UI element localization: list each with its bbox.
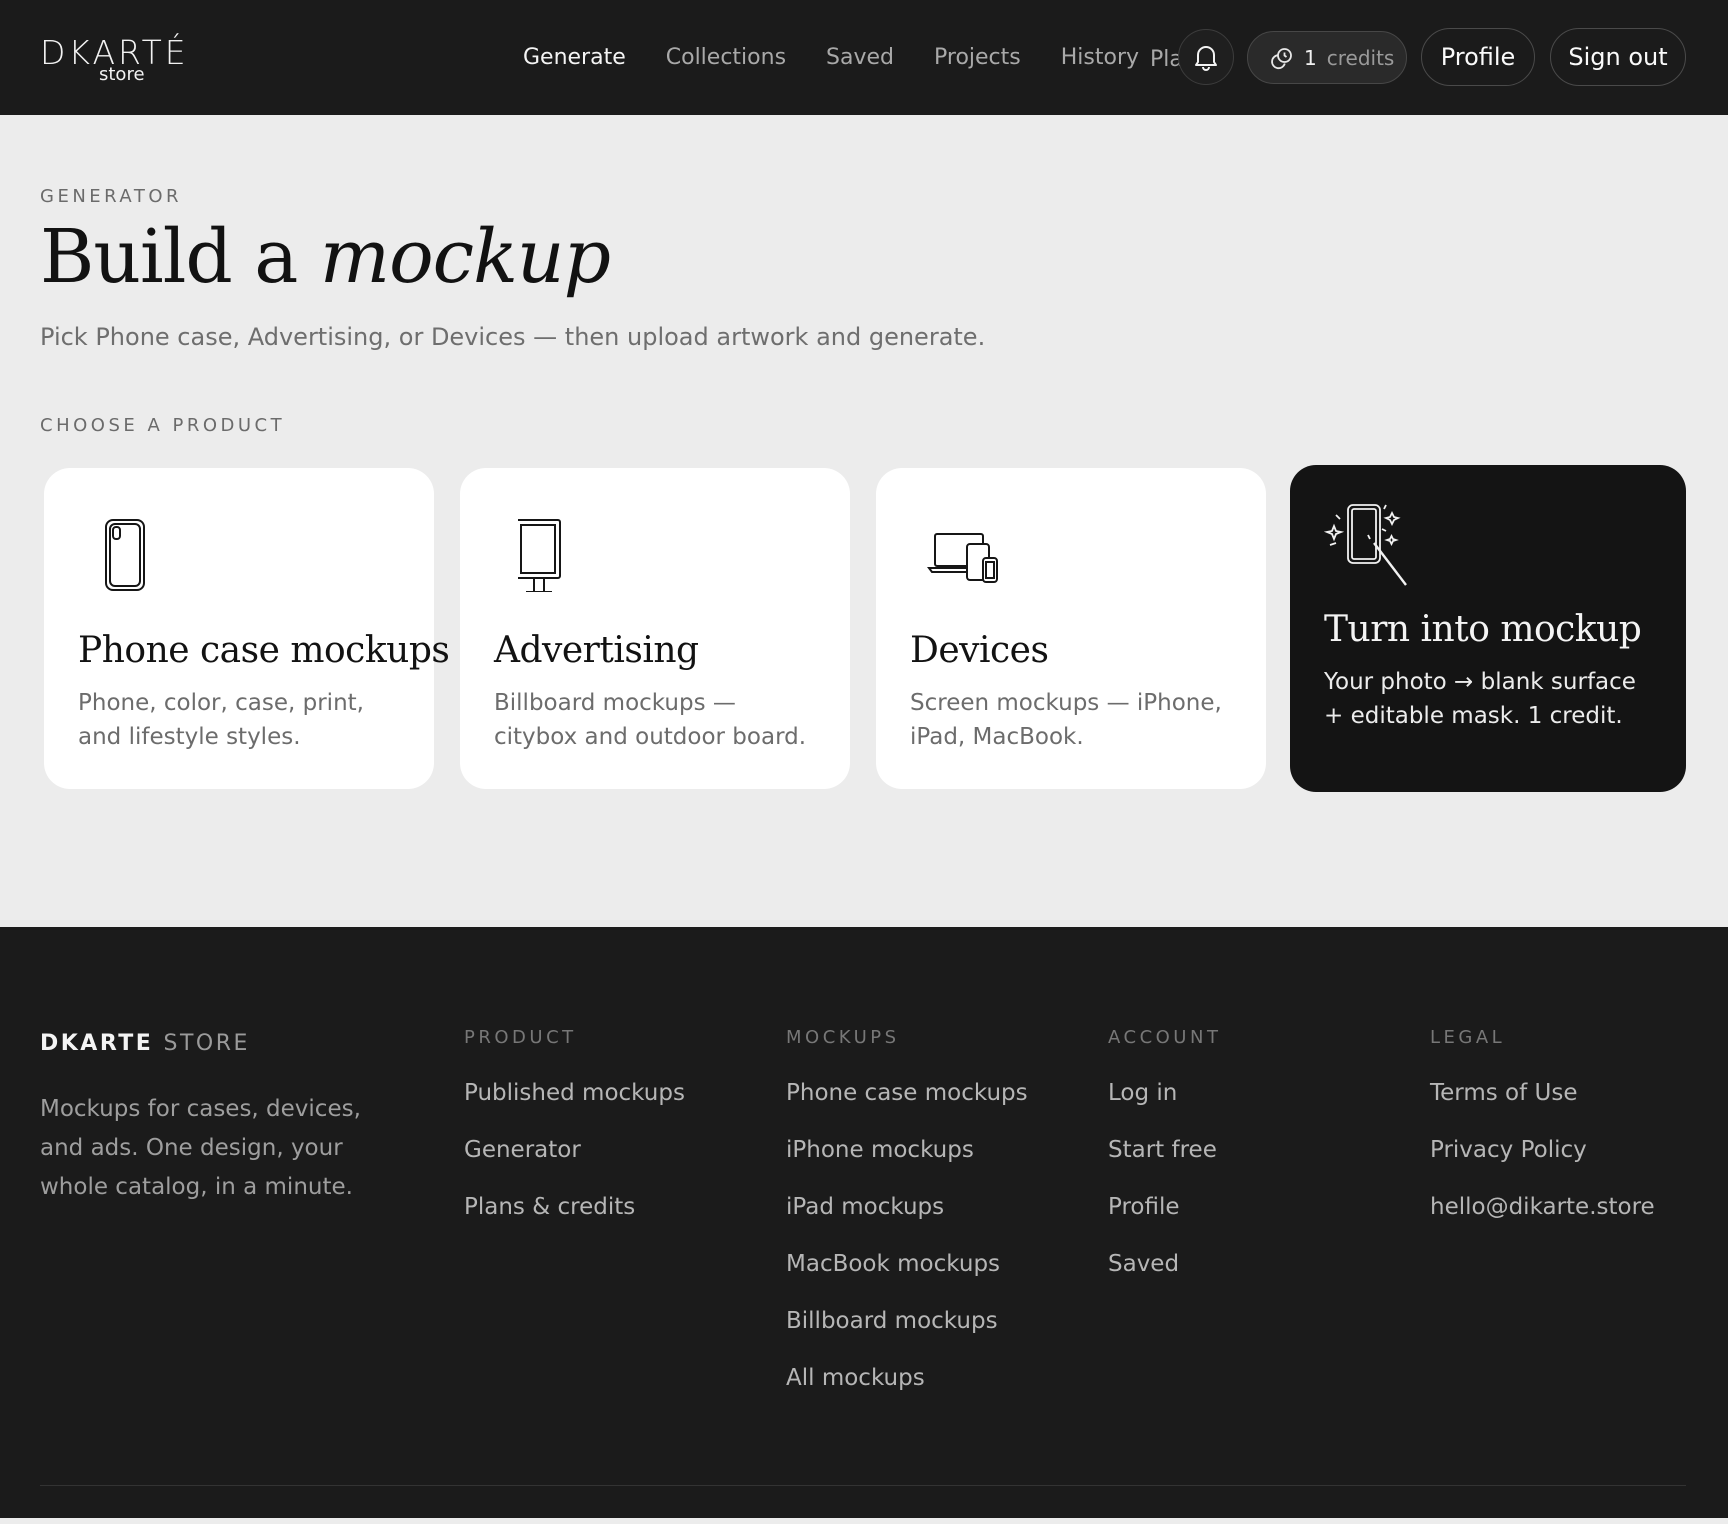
nav-item-projects[interactable]: Projects: [934, 46, 1021, 69]
brand-logo[interactable]: DKARTÉ store: [40, 28, 210, 88]
footer-column-heading: ACCOUNT: [1108, 1027, 1222, 1048]
nav-item-history[interactable]: History: [1061, 46, 1139, 69]
footer-brand-bold: DKARTE: [40, 1031, 154, 1056]
product-card-turn-into-mockup[interactable]: Turn into mockup Your photo → blank surf…: [1290, 465, 1686, 792]
footer-link-iphone-mockups[interactable]: iPhone mockups: [786, 1135, 1028, 1192]
footer-link-contact-email[interactable]: hello@dikarte.store: [1430, 1192, 1655, 1249]
nav-item-collections[interactable]: Collections: [666, 46, 786, 69]
footer-link-ipad-mockups[interactable]: iPad mockups: [786, 1192, 1028, 1249]
footer-link-macbook-mockups[interactable]: MacBook mockups: [786, 1249, 1028, 1306]
billboard-icon: [518, 519, 561, 592]
phone-case-icon: [105, 519, 145, 591]
product-card-title: Turn into mockup: [1324, 609, 1642, 650]
generator-eyebrow: GENERATOR: [40, 186, 183, 207]
product-card-title: Advertising: [494, 630, 699, 671]
credits-label: credits: [1326, 45, 1395, 70]
footer-column-legal: LEGAL Terms of Use Privacy Policy hello@…: [1430, 1027, 1655, 1249]
footer-column-account: ACCOUNT Log in Start free Profile Saved: [1108, 1027, 1221, 1306]
product-card-title: Phone case mockups: [78, 630, 450, 671]
footer-link-generator[interactable]: Generator: [464, 1135, 685, 1192]
footer-link-all-mockups[interactable]: All mockups: [786, 1363, 1028, 1420]
footer-brand: DKARTE STORE: [40, 1031, 250, 1056]
choose-product-eyebrow: CHOOSE A PRODUCT: [40, 415, 286, 436]
footer-link-published-mockups[interactable]: Published mockups: [464, 1078, 685, 1135]
footer-column-heading: LEGAL: [1430, 1027, 1506, 1048]
profile-button[interactable]: Profile: [1421, 28, 1535, 86]
credits-count: 1: [1304, 45, 1317, 70]
footer-column-mockups: MOCKUPS Phone case mockups iPhone mockup…: [786, 1027, 1028, 1420]
footer-link-billboard-mockups[interactable]: Billboard mockups: [786, 1306, 1028, 1363]
site-footer: DKARTE STORE Mockups for cases, devices,…: [0, 927, 1728, 1524]
product-card-devices[interactable]: Devices Screen mockups — iPhone, iPad, M…: [876, 468, 1266, 789]
footer-divider: [40, 1485, 1686, 1486]
footer-description: Mockups for cases, devices, and ads. One…: [40, 1096, 361, 1200]
product-card-title: Devices: [910, 630, 1049, 671]
footer-brand-light: STORE: [163, 1031, 250, 1056]
footer-link-start-free[interactable]: Start free: [1108, 1135, 1221, 1192]
footer-link-terms-of-use[interactable]: Terms of Use: [1430, 1078, 1655, 1135]
credits-badge[interactable]: 1 credits: [1247, 31, 1407, 84]
footer-bottom-strip: [0, 1518, 1728, 1524]
bell-icon: [1195, 46, 1217, 71]
nav-item-saved[interactable]: Saved: [826, 46, 894, 69]
coins-icon: [1271, 47, 1292, 69]
footer-link-privacy-policy[interactable]: Privacy Policy: [1430, 1135, 1655, 1192]
product-card-description: Your photo → blank surface + editable ma…: [1324, 669, 1636, 729]
footer-link-profile[interactable]: Profile: [1108, 1192, 1221, 1249]
footer-column-product: PRODUCT Published mockups Generator Plan…: [464, 1027, 685, 1249]
notifications-button[interactable]: [1178, 29, 1234, 85]
logo-subtitle: store: [99, 64, 145, 85]
product-card-description: Billboard mockups — citybox and outdoor …: [494, 690, 807, 750]
footer-link-log-in[interactable]: Log in: [1108, 1078, 1221, 1135]
footer-column-heading: MOCKUPS: [786, 1027, 900, 1048]
nav-item-generate[interactable]: Generate: [523, 46, 626, 69]
page-subtitle: Pick Phone case, Advertising, or Devices…: [40, 323, 986, 351]
magic-wand-phone-icon: [1324, 504, 1407, 586]
sign-out-button[interactable]: Sign out: [1550, 28, 1686, 86]
main-nav: Generate Collections Saved Projects Hist…: [523, 0, 1139, 115]
top-navigation-bar: DKARTÉ store Generate Collections Saved …: [0, 0, 1728, 115]
footer-link-phone-case-mockups[interactable]: Phone case mockups: [786, 1078, 1028, 1135]
product-card-advertising[interactable]: Advertising Billboard mockups — citybox …: [460, 468, 850, 789]
product-card-phone-case[interactable]: Phone case mockups Phone, color, case, p…: [44, 468, 450, 789]
page-title: Build a mockup: [40, 220, 611, 294]
product-card-description: Screen mockups — iPhone, iPad, MacBook.: [910, 690, 1222, 750]
page-title-italic: mockup: [319, 214, 611, 300]
footer-link-saved[interactable]: Saved: [1108, 1249, 1221, 1306]
footer-column-heading: PRODUCT: [464, 1027, 577, 1048]
footer-link-plans-credits[interactable]: Plans & credits: [464, 1192, 685, 1249]
page-title-plain: Build a: [40, 214, 298, 300]
devices-icon: [927, 533, 998, 583]
product-card-description: Phone, color, case, print, and lifestyle…: [78, 690, 364, 750]
